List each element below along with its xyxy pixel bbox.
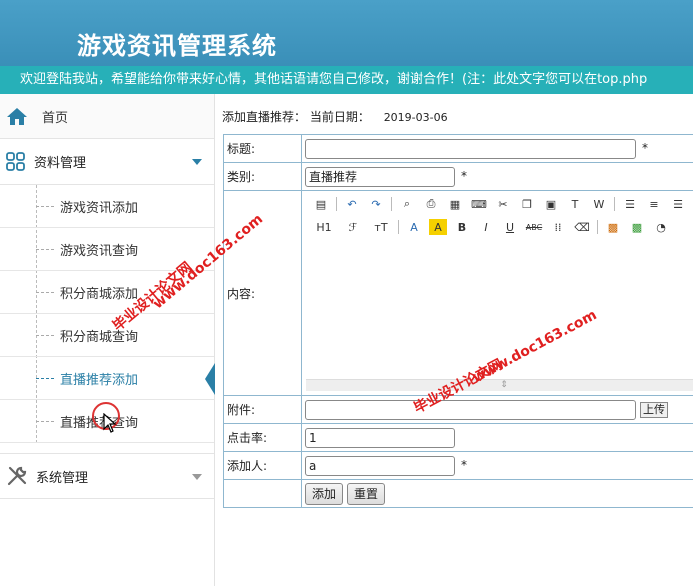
paste-word-icon[interactable]: W (590, 196, 608, 212)
sidebar-item-live-rec-add[interactable]: 直播推荐添加 (0, 357, 215, 400)
underline-button[interactable]: U (501, 219, 519, 235)
title-label: 标题: (223, 134, 302, 163)
source-icon[interactable]: ▤ (312, 196, 330, 212)
tools-icon (7, 466, 27, 486)
content-label: 内容: (223, 190, 302, 396)
mouse-cursor-icon (103, 413, 117, 433)
clicks-input[interactable]: 1 (305, 427, 455, 448)
bold-button[interactable]: B (453, 219, 471, 235)
sidebar-item-points-mall-add[interactable]: 积分商城添加 (0, 271, 214, 314)
sidebar-item-game-news-add[interactable]: 游戏资讯添加 (0, 185, 214, 228)
clicks-label: 点击率: (223, 423, 302, 452)
copy-icon[interactable]: ❐ (518, 196, 536, 212)
category-input[interactable]: 直播推荐 (305, 166, 455, 187)
sidebar-item-points-mall-query[interactable]: 积分商城查询 (0, 314, 214, 357)
editor-toolbar-row1: ▤ ↶ ↷ ⌕ ⎙ ▦ ⌨ ✂ ❐ ▣ T W ☰ ≡ ☰ (312, 194, 693, 214)
align-center-icon[interactable]: ≡ (645, 196, 663, 212)
flash-icon[interactable]: ▩ (628, 219, 646, 235)
sidebar-group-data[interactable]: 资料管理 (0, 139, 214, 185)
sidebar-group-system-label: 系统管理 (36, 470, 89, 486)
sidebar-group-system[interactable]: 系统管理 (0, 453, 214, 499)
print-icon[interactable]: ⎙ (422, 196, 440, 212)
editor-text-area[interactable] (306, 239, 693, 379)
grid-icon (6, 151, 25, 171)
sidebar-item-game-news-query[interactable]: 游戏资讯查询 (0, 228, 214, 271)
strikethrough-button[interactable]: ABC (525, 219, 543, 235)
undo-icon[interactable]: ↶ (343, 196, 361, 212)
breadcrumb: 添加直播推荐： 当前日期： 2019-03-06 (222, 108, 448, 125)
chevron-down-icon (192, 474, 202, 480)
sidebar-home-label: 首页 (42, 110, 69, 126)
table-icon[interactable]: ⁞⁞ (549, 219, 567, 235)
reset-button[interactable]: 重置 (347, 482, 386, 505)
image-icon[interactable]: ▩ (604, 219, 622, 235)
highlight-icon[interactable]: A (429, 219, 447, 235)
font-family-button[interactable]: ℱ (342, 219, 364, 235)
current-date: 2019-03-06 (383, 111, 448, 124)
font-size-button[interactable]: тT (370, 219, 392, 235)
title-input[interactable] (305, 138, 636, 159)
paste-icon[interactable]: ▣ (542, 196, 560, 212)
attachment-input[interactable] (305, 399, 636, 420)
sidebar-item-home[interactable]: 首页 (0, 94, 214, 139)
breadcrumb-label: 添加直播推荐： (222, 110, 307, 124)
welcome-marquee: 欢迎登陆我站，希望能给你带来好心情，其他话语请您自己修改，谢谢合作！(注：此处文… (0, 66, 693, 94)
sidebar-group-data-label: 资料管理 (34, 156, 87, 171)
live-rec-form: 标题: * 类别: 直播推荐 * 内容: ▤ ↶ ↷ ⌕ ⎙ ▦ ⌨ ✂ ❐ ▣… (223, 134, 693, 508)
adder-input[interactable]: a (305, 455, 455, 476)
chevron-down-icon (192, 159, 202, 165)
upload-button[interactable]: 上传 (640, 402, 668, 418)
sidebar: 首页 资料管理 游戏资讯添加 游戏资讯查询 积分商城添加 积分商城查询 直播推荐… (0, 94, 215, 586)
align-left-icon[interactable]: ☰ (621, 196, 639, 212)
heading-button[interactable]: H1 (312, 219, 336, 235)
active-pointer-icon (205, 363, 215, 395)
italic-button[interactable]: I (477, 219, 495, 235)
cut-icon[interactable]: ✂ (494, 196, 512, 212)
media-icon[interactable]: ◔ (652, 219, 670, 235)
preview-icon[interactable]: ⌕ (398, 196, 416, 212)
editor-resize-handle[interactable]: ⇕ (306, 379, 693, 391)
app-title: 游戏资讯管理系统 (77, 31, 277, 60)
category-label: 类别: (223, 162, 302, 191)
template-icon[interactable]: ▦ (446, 196, 464, 212)
rich-text-editor[interactable]: ▤ ↶ ↷ ⌕ ⎙ ▦ ⌨ ✂ ❐ ▣ T W ☰ ≡ ☰ H1 ℱ тT A … (302, 191, 693, 391)
date-label: 当前日期： (309, 110, 370, 124)
paste-text-icon[interactable]: T (566, 196, 584, 212)
app-header: 游戏资讯管理系统 (0, 0, 693, 66)
editor-toolbar-row2: H1 ℱ тT A A B I U ABC ⁞⁞ ⌫ ▩ ▩ ◔ (312, 217, 676, 237)
main-content: 添加直播推荐： 当前日期： 2019-03-06 标题: * 类别: 直播推荐 *… (216, 94, 693, 586)
attachment-label: 附件: (223, 395, 302, 424)
align-right-icon[interactable]: ☰ (669, 196, 687, 212)
eraser-icon[interactable]: ⌫ (573, 219, 591, 235)
code-icon[interactable]: ⌨ (470, 196, 488, 212)
adder-label: 添加人: (223, 451, 302, 480)
home-icon (7, 108, 27, 125)
font-color-icon[interactable]: A (405, 219, 423, 235)
add-button[interactable]: 添加 (305, 482, 344, 505)
redo-icon[interactable]: ↷ (367, 196, 385, 212)
